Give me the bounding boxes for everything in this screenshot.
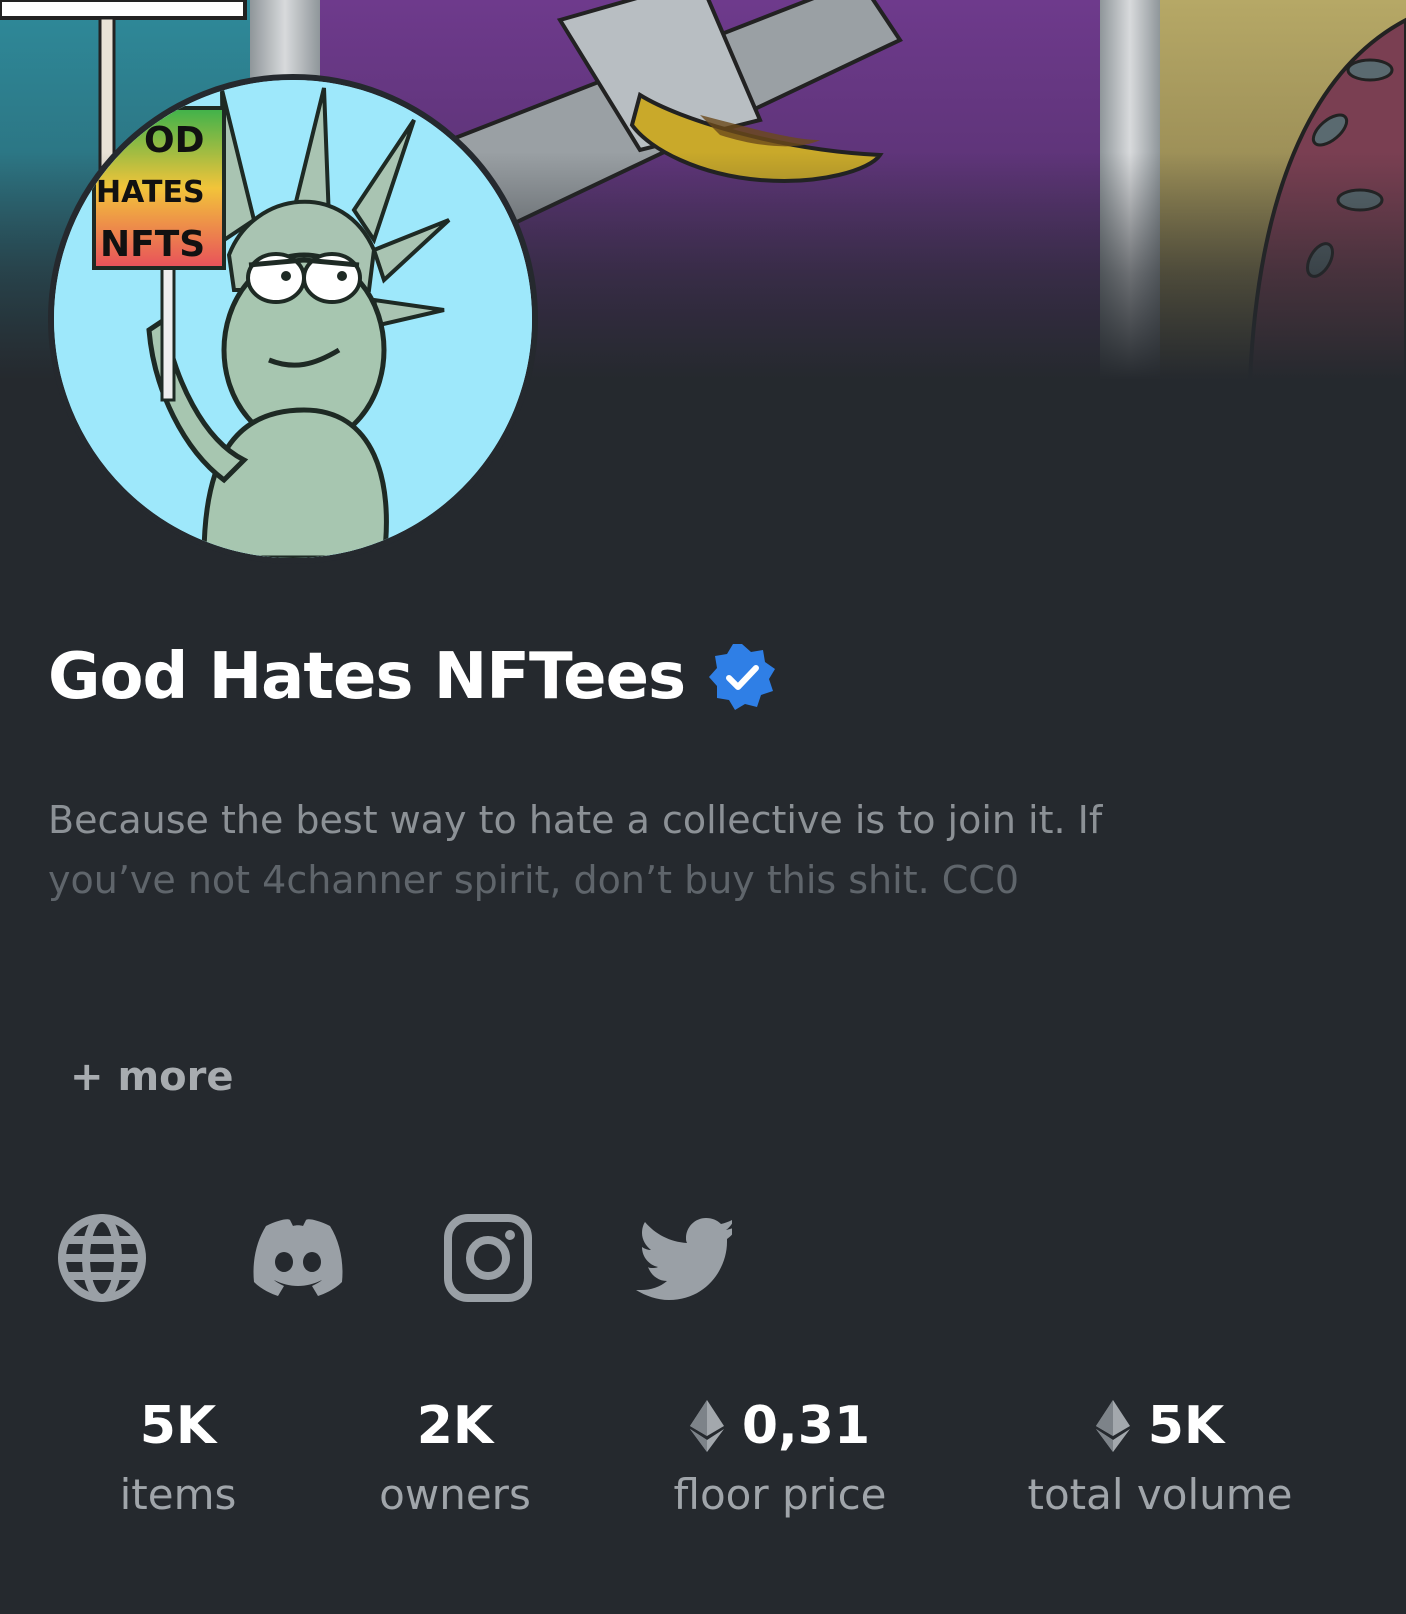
avatar-sign-line: NFTS [100,224,205,265]
instagram-icon[interactable] [442,1212,534,1304]
ethereum-icon [689,1400,724,1452]
stat-items: 5K items [78,1390,278,1519]
avatar-sign-line: HATES [96,175,205,210]
stat-value: 2K [416,1396,494,1456]
collection-header: God Hates NFTees [48,640,777,714]
stat-floor-price: 0,31 floor price [640,1390,920,1519]
globe-icon[interactable] [56,1212,148,1304]
description-line: Because the best way to hate a collectiv… [48,798,1103,842]
stat-label: total volume [1027,1470,1293,1519]
stat-value: 0,31 [741,1396,871,1456]
stat-label: floor price [673,1470,887,1519]
stat-value: 5K [1147,1396,1225,1456]
stat-total-volume: 5K total volume [1010,1390,1310,1519]
collection-name: God Hates NFTees [48,640,686,714]
collection-avatar: OD HATES NFTS [48,74,538,564]
avatar-sign-line: OD [144,120,205,161]
stat-value-row: 5K [1010,1390,1310,1462]
stat-owners: 2K owners [350,1390,560,1519]
ethereum-icon [1095,1400,1130,1452]
twitter-icon[interactable] [636,1212,732,1304]
collection-description: Because the best way to hate a collectiv… [48,790,1278,910]
discord-icon[interactable] [248,1212,348,1304]
stat-value-row: 0,31 [640,1390,920,1462]
stat-label: owners [379,1470,531,1519]
description-line: you’ve not 4channer spirit, don’t buy th… [48,858,1020,902]
verified-badge-icon [709,644,776,710]
stat-label: items [119,1470,237,1519]
stat-value: 5K [139,1396,217,1456]
more-button[interactable]: + more [70,1054,233,1100]
